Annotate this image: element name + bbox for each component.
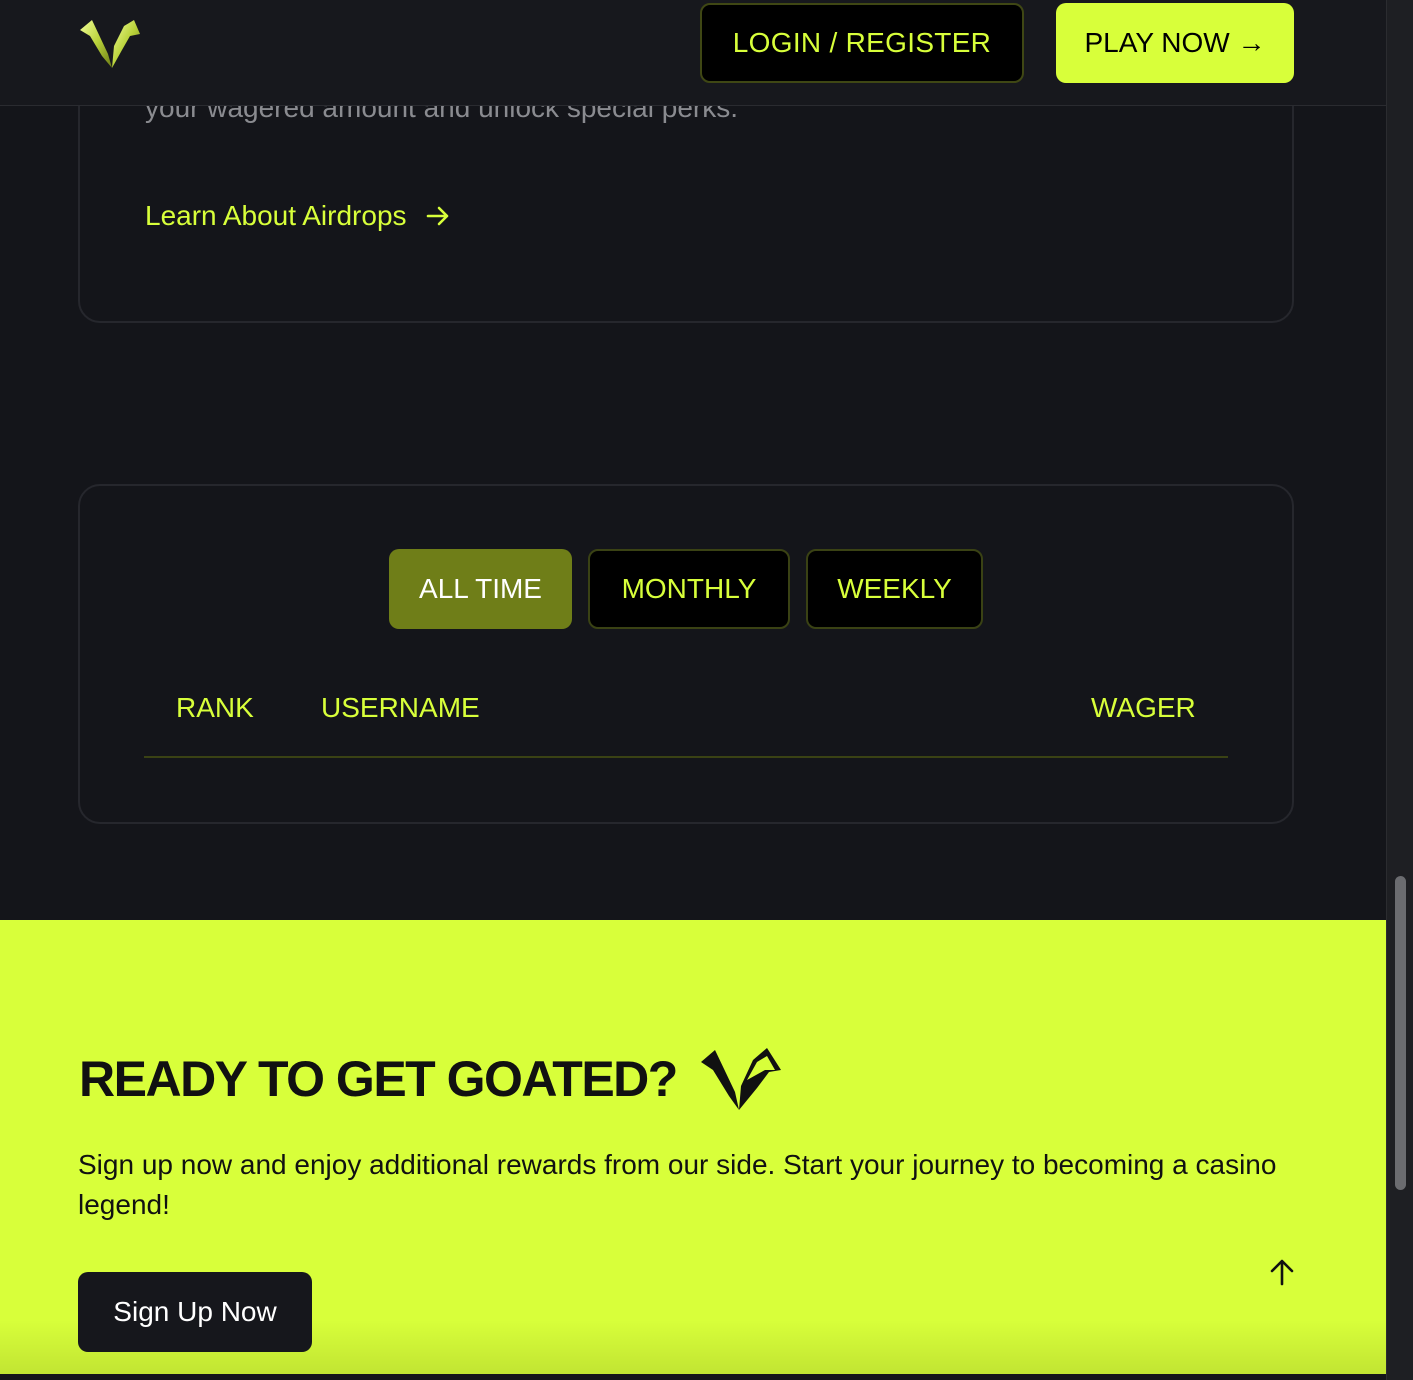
scrollbar-track[interactable]: [1386, 0, 1413, 1380]
goat-horns-logo-icon[interactable]: [78, 16, 142, 70]
cta-description: Sign up now and enjoy additional rewards…: [78, 1149, 1277, 1220]
learn-about-airdrops-link[interactable]: Learn About Airdrops: [145, 200, 451, 232]
arrow-right-icon: [426, 206, 448, 226]
column-header-wager: WAGER: [1091, 692, 1196, 723]
leaderboard-card: [78, 484, 1294, 824]
column-header-rank: RANK: [176, 692, 254, 723]
arrow-up-icon[interactable]: [1266, 1256, 1298, 1288]
login-register-button[interactable]: LOGIN / REGISTER: [700, 3, 1024, 83]
column-header-username: USERNAME: [321, 692, 480, 723]
learn-about-airdrops-label: Learn About Airdrops: [145, 200, 407, 231]
cta-title-row: READY TO GET GOATED?: [79, 1046, 783, 1112]
goat-horns-logo-icon: [700, 1048, 781, 1110]
sign-up-now-button[interactable]: Sign Up Now: [78, 1272, 312, 1352]
site-header: LOGIN / REGISTER PLAY NOW →: [0, 0, 1386, 106]
tab-all-time[interactable]: ALL TIME: [389, 549, 572, 629]
tab-monthly[interactable]: MONTHLY: [588, 549, 790, 629]
scrollbar-thumb[interactable]: [1395, 876, 1406, 1190]
page: your wagered amount and unlock special p…: [0, 0, 1413, 1380]
tab-weekly[interactable]: WEEKLY: [806, 549, 983, 629]
bottom-edge: [0, 1374, 1386, 1380]
leaderboard-divider: [144, 756, 1228, 758]
play-now-button[interactable]: PLAY NOW →: [1056, 3, 1294, 83]
cta-title: READY TO GET GOATED?: [79, 1051, 678, 1107]
